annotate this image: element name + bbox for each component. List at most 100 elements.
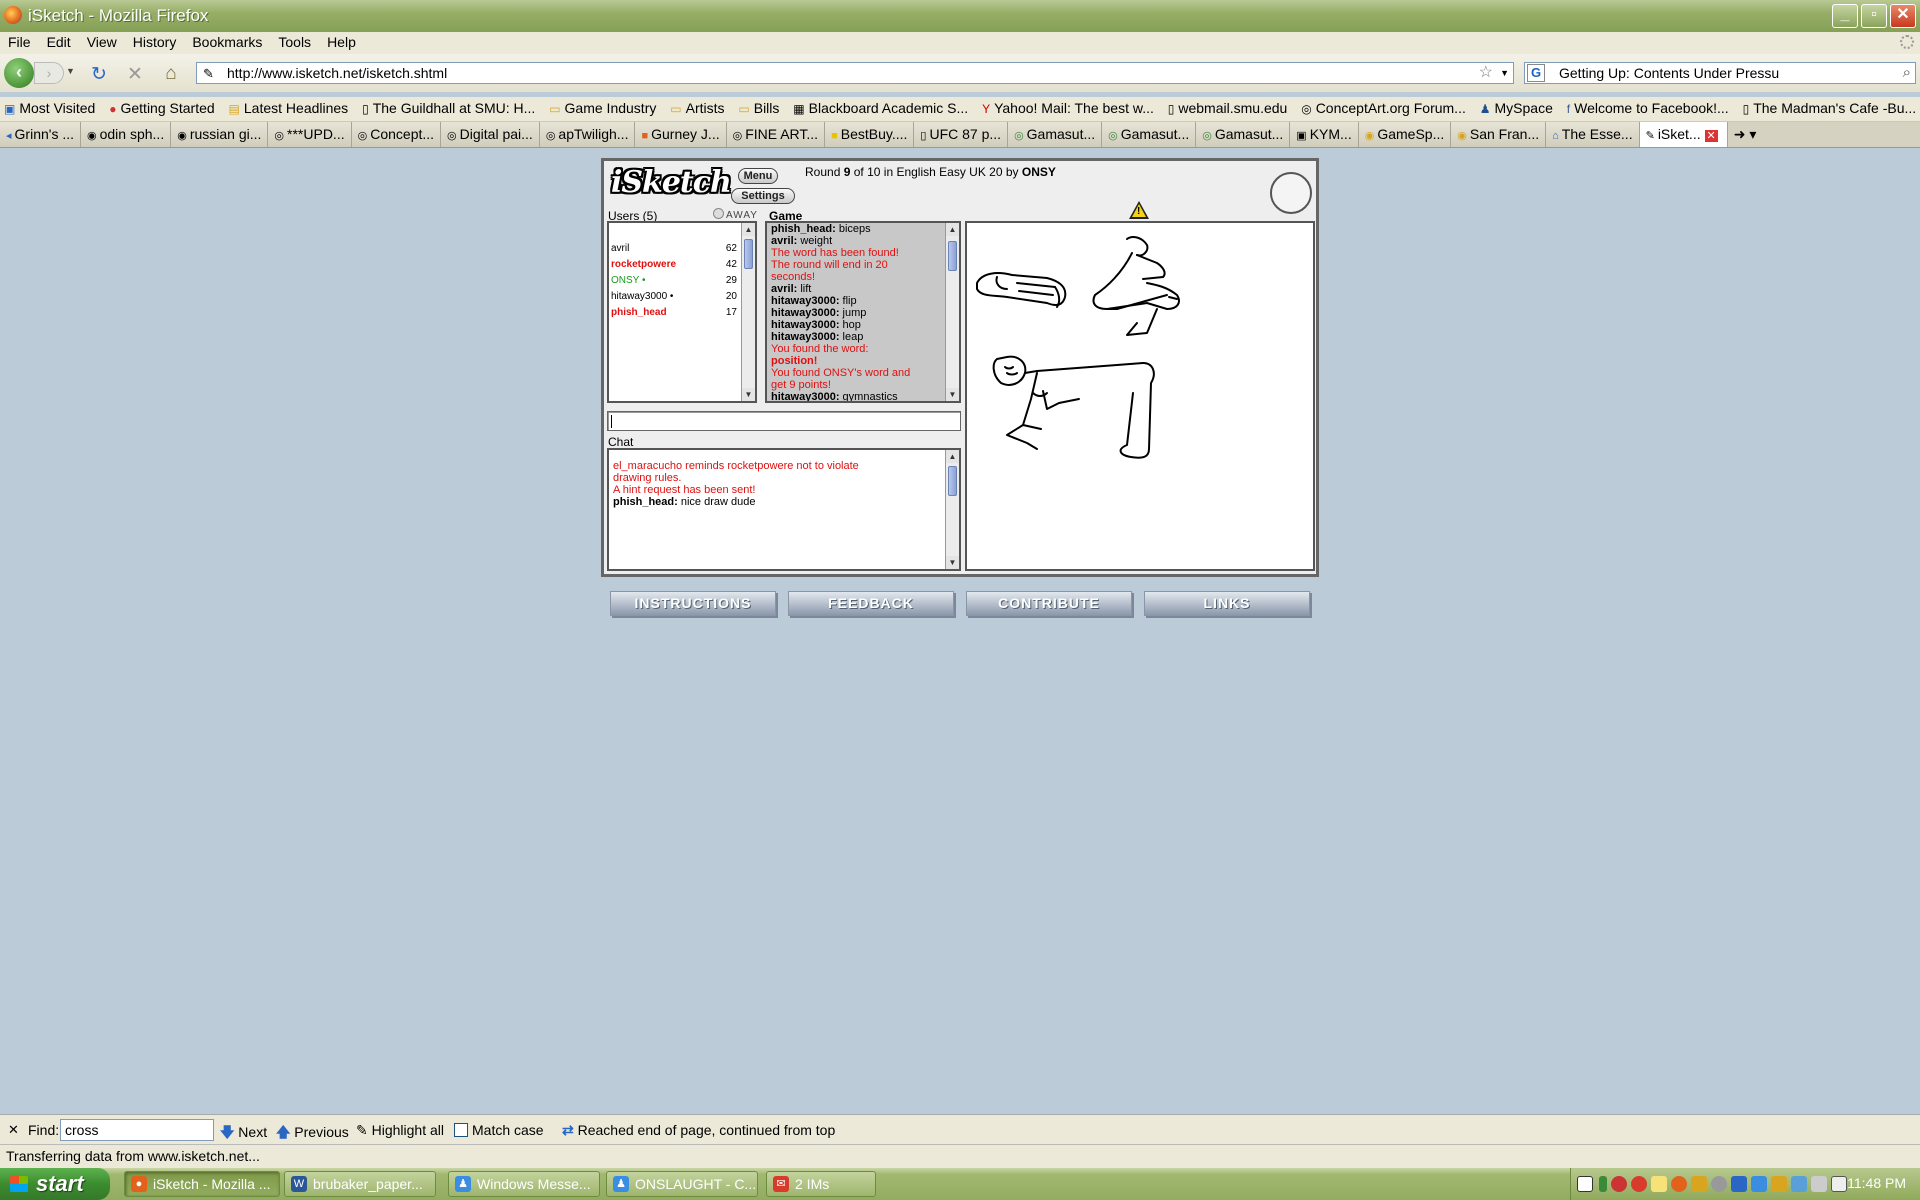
settings-button[interactable]: Settings — [731, 188, 795, 204]
tab[interactable]: ■ Gurney J... — [635, 122, 727, 147]
scroll-thumb[interactable] — [744, 239, 753, 269]
taskbar-item-word[interactable]: Wbrubaker_paper... — [284, 1171, 436, 1197]
away-toggle[interactable]: AWAY — [713, 208, 758, 221]
taskbar-item-firefox[interactable]: ● iSketch - Mozilla ... — [124, 1171, 280, 1197]
menu-help[interactable]: Help — [319, 32, 364, 52]
match-case-checkbox[interactable]: Match case — [454, 1122, 544, 1138]
bluetooth-icon[interactable] — [1731, 1176, 1747, 1192]
scroll-thumb[interactable] — [948, 466, 957, 496]
bookmark-item[interactable]: ◎ ConceptArt.org Forum... — [1297, 97, 1472, 116]
bookmark-item[interactable]: ▭ Bills — [734, 97, 785, 116]
scroll-thumb[interactable] — [948, 241, 957, 271]
tab-scroll-right-icon[interactable]: ➜ ▾ — [1728, 122, 1763, 147]
history-dropdown-icon[interactable]: ▼ — [66, 66, 75, 76]
feedback-button[interactable]: FEEDBACK — [788, 591, 954, 616]
scroll-down-icon[interactable]: ▼ — [742, 388, 755, 401]
scroll-down-icon[interactable]: ▼ — [946, 388, 959, 401]
taskbar-item-messenger[interactable]: ♟ Windows Messe... — [448, 1171, 600, 1197]
network-icon[interactable] — [1791, 1176, 1807, 1192]
menu-history[interactable]: History — [125, 32, 185, 52]
forward-button[interactable]: › — [34, 62, 64, 84]
scroll-up-icon[interactable]: ▲ — [742, 223, 755, 236]
chat-scrollbar[interactable]: ▲ ▼ — [945, 450, 959, 569]
tray-icon[interactable] — [1651, 1176, 1667, 1192]
contribute-button[interactable]: CONTRIBUTE — [966, 591, 1132, 616]
tab[interactable]: ◎ ***UPD... — [268, 122, 352, 147]
highlight-all-button[interactable]: ✎ Highlight all — [356, 1122, 444, 1139]
help-icon[interactable] — [1577, 1176, 1593, 1192]
tab-active[interactable]: ✎ iSket... ✕ — [1639, 122, 1728, 147]
tab[interactable]: ◎ Concept... — [351, 122, 442, 147]
maximize-button[interactable]: ▫ — [1861, 4, 1887, 28]
bookmark-item[interactable]: ▤ Latest Headlines — [225, 97, 355, 116]
tray-icon[interactable] — [1611, 1176, 1627, 1192]
close-button[interactable]: ✕ — [1890, 4, 1916, 28]
user-row[interactable]: ONSY • 29 — [611, 273, 737, 289]
tab[interactable]: ◉ russian gi... — [171, 122, 269, 147]
bookmark-item[interactable]: ▦ Blackboard Academic S... — [789, 97, 974, 116]
tab[interactable]: ◎ Gamasut... — [1008, 122, 1103, 147]
tab[interactable]: ◂ Grinn's ... — [0, 122, 81, 147]
bookmark-item[interactable]: ▯ The Guildhall at SMU: H... — [358, 97, 541, 116]
find-previous-button[interactable]: 🡅 Previous — [276, 1122, 349, 1146]
volume-icon[interactable] — [1831, 1176, 1847, 1192]
tab[interactable]: ◎ apTwiligh... — [539, 122, 636, 147]
user-row[interactable]: hitaway3000 • 20 — [611, 289, 737, 305]
tab[interactable]: ◎ Digital pai... — [441, 122, 540, 147]
minimize-button[interactable]: _ — [1832, 4, 1858, 28]
guess-input[interactable] — [607, 411, 961, 431]
tab[interactable]: ◉ San Fran... — [1451, 122, 1547, 147]
tab-close-icon[interactable]: ✕ — [1704, 130, 1718, 142]
find-next-button[interactable]: 🡇 Next — [220, 1122, 267, 1146]
bookmark-item[interactable]: ▣ Most Visited — [0, 97, 101, 116]
wireless-icon[interactable] — [1811, 1176, 1827, 1192]
reload-icon[interactable]: ↻ — [88, 63, 110, 86]
tab[interactable]: ◎ Gamasut... — [1102, 122, 1197, 147]
menu-tools[interactable]: Tools — [270, 32, 319, 52]
game-log-scrollbar[interactable]: ▲ ▼ — [945, 223, 959, 401]
menu-button[interactable]: Menu — [738, 168, 778, 184]
tray-icon[interactable] — [1671, 1176, 1687, 1192]
tray-icon[interactable] — [1631, 1176, 1647, 1192]
user-row[interactable]: rocketpowere 42 — [611, 257, 737, 273]
tab[interactable]: ⌂ The Esse... — [1546, 122, 1640, 147]
search-icon[interactable]: ⌕ — [1902, 63, 1911, 83]
tray-icon[interactable] — [1599, 1176, 1607, 1192]
user-row[interactable]: phish_head 17 — [611, 305, 737, 321]
messenger-tray-icon[interactable] — [1751, 1176, 1767, 1192]
drawing-canvas[interactable] — [965, 221, 1315, 571]
bookmark-item[interactable]: f Welcome to Facebook!... — [1563, 97, 1735, 116]
url-bar[interactable]: ✎ http://www.isketch.net/isketch.shtml ☆… — [196, 62, 1514, 84]
menu-edit[interactable]: Edit — [39, 32, 79, 52]
users-scrollbar[interactable]: ▲ ▼ — [741, 223, 755, 401]
tray-icon[interactable] — [1711, 1176, 1727, 1192]
scroll-down-icon[interactable]: ▼ — [946, 556, 959, 569]
tab[interactable]: ◎ FINE ART... — [726, 122, 826, 147]
tab[interactable]: ■ BestBuy.... — [825, 122, 915, 147]
tray-icon[interactable] — [1771, 1176, 1787, 1192]
bookmark-item[interactable]: ▯ The Madman's Cafe -Bu... — [1739, 97, 1920, 116]
menu-view[interactable]: View — [79, 32, 125, 52]
bookmark-item[interactable]: ▭ Game Industry — [545, 97, 662, 116]
scroll-up-icon[interactable]: ▲ — [946, 223, 959, 236]
menu-file[interactable]: File — [0, 32, 39, 52]
taskbar-item-onslaught[interactable]: ♟ ONSLAUGHT - C... — [606, 1171, 758, 1197]
taskbar-item-ims[interactable]: ✉ 2 IMs — [766, 1171, 876, 1197]
menu-bookmarks[interactable]: Bookmarks — [184, 32, 270, 52]
stop-icon[interactable]: ✕ — [124, 63, 146, 86]
tab[interactable]: ▣ KYM... — [1290, 122, 1359, 147]
bookmark-item[interactable]: ▭ Artists — [666, 97, 730, 116]
bookmark-item[interactable]: ♟ MySpace — [1476, 97, 1559, 116]
user-row[interactable]: avril 62 — [611, 241, 737, 257]
google-icon[interactable]: G — [1527, 64, 1545, 82]
back-button[interactable]: ‹ — [4, 58, 34, 88]
instructions-button[interactable]: INSTRUCTIONS — [610, 591, 776, 616]
links-button[interactable]: LINKS — [1144, 591, 1310, 616]
url-dropdown-icon[interactable]: ▼ — [1500, 63, 1509, 83]
find-input[interactable] — [60, 1119, 214, 1141]
start-button[interactable]: start — [0, 1168, 110, 1200]
tab[interactable]: ◉ GameSp... — [1358, 122, 1452, 147]
warning-icon[interactable]: ! — [1129, 201, 1149, 219]
bookmark-item[interactable]: ▯ webmail.smu.edu — [1164, 97, 1294, 116]
tab[interactable]: ▯ UFC 87 p... — [914, 122, 1009, 147]
